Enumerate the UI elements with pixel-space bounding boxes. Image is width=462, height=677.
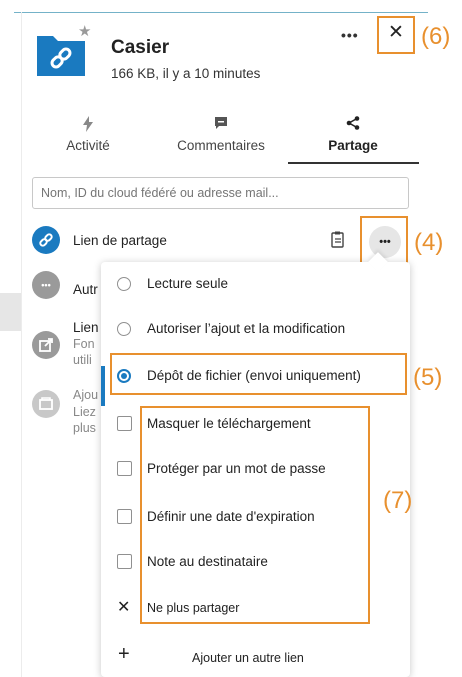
menu-label-add-link: Ajouter un autre lien — [192, 651, 304, 665]
add-team-sub1: Liez — [73, 405, 96, 419]
team-icon — [32, 390, 60, 418]
link-icon — [32, 226, 60, 254]
menu-label-read-only: Lecture seule — [147, 276, 229, 291]
tab-activity[interactable]: Activité — [28, 116, 148, 153]
external-link-icon — [32, 331, 60, 359]
tab-comments-label: Commentaires — [177, 138, 265, 153]
tab-share-label: Partage — [328, 138, 378, 153]
bolt-icon — [28, 116, 148, 136]
comment-icon — [161, 116, 281, 136]
sidebar-edge — [0, 293, 21, 331]
left-divider — [21, 12, 22, 677]
clipboard-icon[interactable] — [331, 231, 345, 253]
file-meta: 166 KB, il y a 10 minutes — [111, 66, 261, 81]
star-icon[interactable]: ★ — [78, 24, 91, 40]
file-title: Casier — [111, 37, 170, 58]
tab-comments[interactable]: Commentaires — [161, 116, 281, 153]
active-tab-indicator — [288, 162, 419, 164]
callout-options — [140, 406, 370, 624]
menu-label-allow-upload: Autoriser l’ajout et la modification — [147, 321, 346, 336]
checkbox-note[interactable] — [117, 554, 132, 569]
checkbox-password[interactable] — [117, 461, 132, 476]
radio-read-only[interactable] — [117, 277, 131, 291]
radio-allow-upload[interactable] — [117, 322, 131, 336]
close-icon: ✕ — [117, 599, 131, 616]
top-border — [14, 12, 428, 13]
callout-file-drop — [110, 353, 407, 395]
checkbox-expiration[interactable] — [117, 509, 132, 524]
menu-item-read-only[interactable]: Lecture seule — [101, 264, 410, 304]
menu-item-allow-upload[interactable]: Autoriser l’ajout et la modification — [101, 309, 410, 349]
menu-item-add-link[interactable]: + Ajouter un autre lien — [101, 636, 410, 676]
share-icon — [293, 116, 413, 136]
checkbox-hide-download[interactable] — [117, 416, 132, 431]
callout-label-6: (6) — [421, 23, 451, 50]
callout-label-7: (7) — [383, 487, 413, 514]
tab-share[interactable]: Partage — [293, 116, 413, 153]
header-more-button[interactable]: ••• — [341, 27, 359, 43]
add-team-sub2: plus — [73, 421, 96, 435]
share-search-input[interactable] — [32, 177, 409, 209]
other-options-icon: ••• — [32, 271, 60, 299]
share-link-label: Lien de partage — [73, 233, 167, 248]
add-team-title: Ajou — [73, 388, 99, 402]
tab-activity-label: Activité — [66, 138, 110, 153]
internal-link-sub1: Fon — [73, 337, 95, 351]
callout-label-4: (4) — [414, 229, 444, 256]
callout-label-5: (5) — [413, 364, 443, 391]
internal-link-title: Lien — [73, 320, 99, 335]
internal-link-sub2: utili — [73, 353, 92, 367]
other-row-label: Autr — [73, 282, 98, 297]
callout-close — [377, 16, 415, 54]
callout-more — [360, 216, 408, 264]
plus-icon: + — [118, 643, 130, 665]
